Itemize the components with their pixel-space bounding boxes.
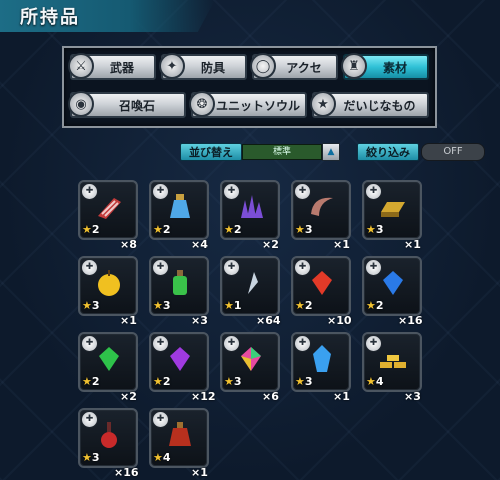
item-meat[interactable]: ✚ ★2 (78, 180, 138, 240)
star-icon: ★ (310, 91, 336, 117)
blue-potion-icon (170, 194, 190, 218)
red-jug-icon (169, 422, 191, 446)
tab-summon-stones[interactable]: ◉ 召喚石 (68, 91, 186, 118)
filter-label: 絞り込み (357, 143, 419, 161)
gold-ingot-icon (381, 202, 405, 217)
tab-unit-souls[interactable]: ❂ ユニットソウル (189, 91, 307, 118)
tab-label: ユニットソウル (215, 98, 300, 113)
rarity-label: ★2 (82, 375, 100, 388)
ring-icon: ◯ (250, 53, 276, 79)
rarity-label: ★2 (295, 299, 313, 312)
item-red-flask[interactable]: ✚ ★3 (78, 408, 138, 468)
bag-icon: ♜ (341, 53, 367, 79)
page-title: 所持品 (20, 7, 80, 28)
sort-value-dropdown[interactable]: 標準 (242, 144, 322, 160)
rarity-label: ★1 (224, 299, 242, 312)
item-red-jug[interactable]: ✚ ★4 (149, 408, 209, 468)
item-large-blue-crystal[interactable]: ✚ ★3 (291, 332, 351, 392)
item-purple-gem[interactable]: ✚ ★2 (149, 332, 209, 392)
rarity-label: ★3 (295, 223, 313, 236)
rainbow-gem-icon (241, 347, 261, 371)
rarity-label: ★4 (153, 451, 171, 464)
tab-label: アクセ (286, 60, 322, 75)
soul-icon: ❂ (189, 91, 215, 117)
silver-shard-icon (248, 272, 258, 294)
rarity-label: ★2 (224, 223, 242, 236)
item-count: ×4 (191, 238, 208, 251)
large-blue-crystal-icon (313, 345, 331, 372)
item-green-potion[interactable]: ✚ ★3 (149, 256, 209, 316)
tab-label: 防具 (200, 60, 225, 75)
rarity-label: ★2 (153, 223, 171, 236)
tab-accessories[interactable]: ◯ アクセ (250, 53, 338, 80)
green-gem-icon (99, 347, 119, 371)
tab-materials[interactable]: ♜ 素材 (341, 53, 429, 80)
filter-control: 絞り込み OFF (357, 143, 485, 161)
item-count: ×2 (262, 238, 279, 251)
item-count: ×12 (191, 390, 216, 403)
item-green-gem[interactable]: ✚ ★2 (78, 332, 138, 392)
rarity-label: ★2 (153, 375, 171, 388)
rarity-label: ★3 (224, 375, 242, 388)
horn-icon (311, 197, 333, 216)
tab-key-items[interactable]: ★ だいじなもの (310, 91, 429, 118)
item-gold-ingot[interactable]: ✚ ★3 (362, 180, 422, 240)
golden-apple-icon (98, 270, 120, 296)
armor-icon: ✦ (159, 53, 185, 79)
item-count: ×6 (262, 390, 279, 403)
item-count: ×10 (327, 314, 352, 327)
meat-icon (98, 198, 121, 219)
item-red-gem[interactable]: ✚ ★2 (291, 256, 351, 316)
item-count: ×2 (120, 390, 137, 403)
tab-label: 素材 (382, 60, 407, 75)
rarity-label: ★3 (82, 451, 100, 464)
item-blue-gem[interactable]: ✚ ★2 (362, 256, 422, 316)
rarity-label: ★2 (366, 299, 384, 312)
item-count: ×1 (333, 390, 350, 403)
item-rainbow-gem[interactable]: ✚ ★3 (220, 332, 280, 392)
item-count: ×3 (191, 314, 208, 327)
item-count: ×1 (191, 466, 208, 479)
gold-bars-icon (380, 355, 406, 368)
sword-icon: ⚔ (68, 53, 94, 79)
rarity-label: ★2 (82, 223, 100, 236)
item-count: ×16 (114, 466, 139, 479)
tab-label: だいじなもの (343, 98, 416, 113)
item-count: ×1 (404, 238, 421, 251)
item-gold-bars[interactable]: ✚ ★4 (362, 332, 422, 392)
item-count: ×1 (333, 238, 350, 251)
green-potion-icon (173, 270, 187, 295)
crystal-cluster-icon (241, 195, 263, 218)
tab-armor[interactable]: ✦ 防具 (159, 53, 247, 80)
item-golden-apple[interactable]: ✚ ★3 (78, 256, 138, 316)
red-gem-icon (312, 271, 332, 295)
item-count: ×1 (120, 314, 137, 327)
red-flask-icon (101, 422, 117, 448)
sort-order-button[interactable]: ▲ (322, 143, 340, 161)
item-count: ×8 (120, 238, 137, 251)
item-count: ×64 (256, 314, 281, 327)
item-horn[interactable]: ✚ ★3 (291, 180, 351, 240)
item-silver-shard[interactable]: ✚ ★1 (220, 256, 280, 316)
blue-gem-icon (383, 271, 403, 295)
filter-toggle[interactable]: OFF (421, 143, 485, 161)
rarity-label: ★3 (153, 299, 171, 312)
item-potion[interactable]: ✚ ★2 (149, 180, 209, 240)
tab-weapons[interactable]: ⚔ 武器 (68, 53, 156, 80)
rarity-label: ★3 (295, 375, 313, 388)
sort-label: 並び替え (180, 143, 242, 161)
tab-label: 武器 (109, 60, 134, 75)
item-count: ×3 (404, 390, 421, 403)
purple-gem-icon (170, 347, 190, 371)
sort-control: 並び替え 標準 ▲ (180, 143, 340, 161)
tab-label: 召喚石 (118, 98, 155, 113)
item-count: ×16 (398, 314, 423, 327)
summon-stone-icon: ◉ (68, 91, 94, 117)
item-crystal-cluster[interactable]: ✚ ★2 (220, 180, 280, 240)
category-tab-panel: ⚔ 武器 ✦ 防具 ◯ アクセ ♜ 素材 ◉ 召喚石 ❂ ユニットソウル ★ だ… (62, 46, 437, 128)
rarity-label: ★4 (366, 375, 384, 388)
rarity-label: ★3 (366, 223, 384, 236)
rarity-label: ★3 (82, 299, 100, 312)
